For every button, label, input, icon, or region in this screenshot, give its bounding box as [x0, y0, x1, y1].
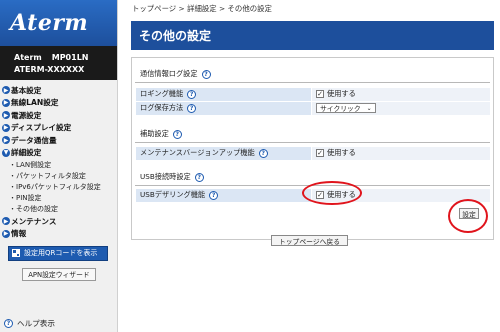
- logo-text: Aterm: [10, 10, 89, 36]
- help-icon[interactable]: ?: [187, 89, 197, 99]
- sidebar-subitem-packet-filter[interactable]: ・パケットフィルタ設定: [0, 170, 117, 181]
- help-icon[interactable]: ?: [258, 148, 268, 158]
- bullet-icon: ▶: [2, 86, 10, 95]
- divider: [135, 142, 490, 143]
- back-to-top-button[interactable]: トップページへ戻る: [271, 235, 348, 246]
- bullet-icon: ▼: [2, 148, 10, 157]
- help-icon[interactable]: ?: [201, 69, 211, 79]
- help-link[interactable]: ? ヘルプ表示: [4, 318, 55, 329]
- help-icon[interactable]: ?: [187, 103, 197, 113]
- model-name: MP01LN: [51, 53, 89, 62]
- help-icon[interactable]: ?: [209, 190, 219, 200]
- sidebar-item-display[interactable]: ▶ ディスプレイ設定: [0, 122, 117, 135]
- device-info: Aterm MP01LN ATERM-XXXXXX: [0, 46, 117, 80]
- sidebar-subitem-pin[interactable]: ・ PIN設定: [0, 193, 117, 204]
- help-icon[interactable]: ?: [172, 129, 182, 139]
- bullet-icon: ▶: [2, 136, 10, 145]
- sidebar-item-basic[interactable]: ▶ 基本設定: [0, 84, 117, 97]
- sidebar-item-wireless-lan[interactable]: ▶ 無線LAN設定: [0, 97, 117, 110]
- device-name: ATERM-XXXXXX: [14, 65, 85, 74]
- set-button[interactable]: 設定: [459, 208, 479, 219]
- bullet-icon: ▶: [2, 229, 10, 238]
- main-content: トップページ > 詳細設定 > その他の設定 その他の設定 通信情報ログ設定 ?…: [118, 0, 500, 332]
- row-log-save: ログ保存方法? サイクリック ⌄: [136, 102, 490, 115]
- bullet-icon: ▶: [2, 98, 10, 107]
- log-save-select[interactable]: サイクリック ⌄: [316, 103, 376, 114]
- section-heading-usb: USB接続時設定 ?: [140, 172, 204, 182]
- maintenance-checkbox[interactable]: ✓: [316, 149, 324, 158]
- model-prefix: Aterm: [14, 53, 42, 62]
- highlight-oval-tethering: [302, 181, 362, 205]
- section-heading-assist: 補助設定 ?: [140, 129, 182, 139]
- sidebar-item-advanced[interactable]: ▼ 詳細設定: [0, 147, 117, 160]
- sidebar-subitem-lan[interactable]: ・ LAN側設定: [0, 159, 117, 170]
- sidebar-item-power[interactable]: ▶ 電源設定: [0, 109, 117, 122]
- apn-wizard-button[interactable]: APN設定ウィザード: [22, 267, 96, 281]
- bullet-icon: ▶: [2, 111, 10, 120]
- section-heading-log: 通信情報ログ設定 ?: [140, 69, 211, 79]
- help-icon[interactable]: ?: [194, 172, 204, 182]
- sidebar-subitem-ipv6-filter[interactable]: ・ IPv6パケットフィルタ設定: [0, 181, 117, 192]
- settings-panel: 通信情報ログ設定 ? ロギング機能? ✓ 使用する ログ保存方法? サイクリック ⌄…: [131, 57, 494, 240]
- sidebar-item-info[interactable]: ▶ 情報: [0, 227, 117, 240]
- row-logging: ロギング機能? ✓ 使用する: [136, 88, 490, 101]
- bullet-icon: ▶: [2, 217, 10, 226]
- row-maintenance-update: メンテナンスバージョンアップ機能? ✓ 使用する: [136, 147, 490, 160]
- sidebar-item-data-usage[interactable]: ▶ データ通信量: [0, 134, 117, 147]
- qr-code-icon: [12, 249, 20, 258]
- sidebar: Aterm Aterm MP01LN ATERM-XXXXXX ▶ 基本設定 ▶ 無線…: [0, 0, 118, 332]
- sidebar-nav: ▶ 基本設定 ▶ 無線LAN設定 ▶ 電源設定 ▶ ディスプレイ設定 ▶ データ通信量 ▼…: [0, 80, 117, 240]
- divider: [135, 82, 490, 83]
- aterm-logo[interactable]: Aterm: [0, 0, 117, 46]
- help-icon: ?: [4, 319, 13, 328]
- show-qr-button[interactable]: 設定用QRコードを表示: [8, 245, 108, 261]
- page-title-bar: その他の設定: [131, 21, 494, 50]
- page-title: その他の設定: [139, 29, 212, 43]
- sidebar-subitem-other[interactable]: ・その他の設定: [0, 204, 117, 215]
- sidebar-item-maintenance[interactable]: ▶ メンテナンス: [0, 215, 117, 228]
- breadcrumb: トップページ > 詳細設定 > その他の設定: [132, 4, 272, 13]
- chevron-down-icon: ⌄: [366, 104, 372, 112]
- logging-checkbox[interactable]: ✓: [316, 90, 324, 99]
- bullet-icon: ▶: [2, 123, 10, 132]
